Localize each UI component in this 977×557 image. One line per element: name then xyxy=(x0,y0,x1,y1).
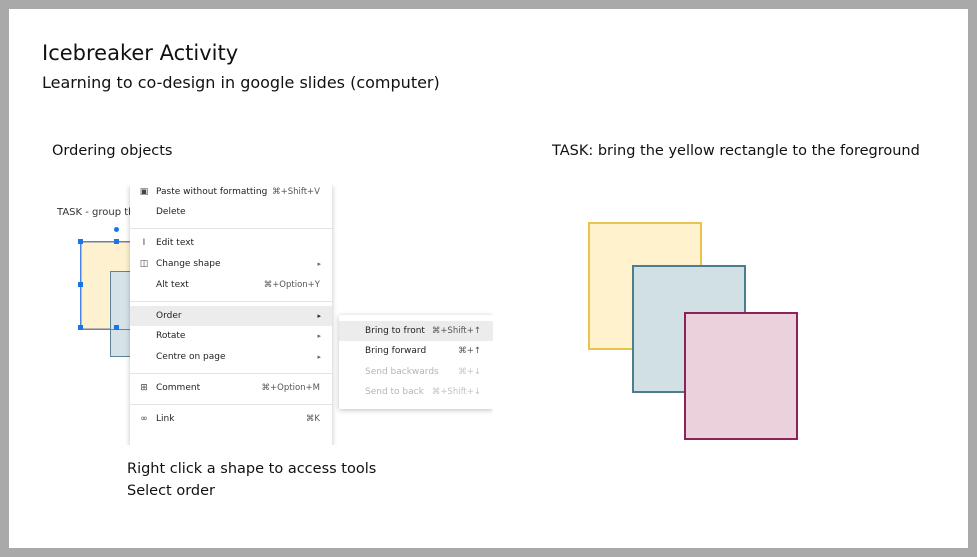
menu-item-order[interactable]: Order ▸ xyxy=(130,306,332,326)
menu-divider xyxy=(130,404,332,405)
link-icon: ∞ xyxy=(140,414,148,424)
menu-item-change-shape[interactable]: ◫ Change shape ▸ xyxy=(130,254,332,274)
menu-item-delete[interactable]: Delete xyxy=(130,202,332,222)
menu-item-link[interactable]: ∞ Link ⌘K xyxy=(130,409,332,429)
menu-divider xyxy=(130,228,332,229)
submenu-item-bring-forward[interactable]: Bring forward ⌘+↑ xyxy=(339,341,493,361)
submenu-item-bring-to-front[interactable]: Bring to front ⌘+Shift+↑ xyxy=(339,321,493,341)
order-submenu: Bring to front ⌘+Shift+↑ Bring forward ⌘… xyxy=(339,315,493,409)
menu-item-comment[interactable]: ⊞ Comment ⌘+Option+M xyxy=(130,378,332,398)
rotate-handle[interactable] xyxy=(114,227,119,232)
menu-divider xyxy=(130,301,332,302)
task-tag: TASK - group th xyxy=(57,207,135,218)
chevron-right-icon: ▸ xyxy=(317,332,321,340)
menu-item-edit-text[interactable]: Ⅰ Edit text xyxy=(130,233,332,253)
selection-handle[interactable] xyxy=(78,239,83,244)
slide-title: Icebreaker Activity xyxy=(42,41,239,65)
edit-text-icon: Ⅰ xyxy=(142,238,146,248)
task-heading: TASK: bring the yellow rectangle to the … xyxy=(552,143,920,159)
selection-handle[interactable] xyxy=(78,282,83,287)
menu-item-centre-on-page[interactable]: Centre on page ▸ xyxy=(130,347,332,367)
submenu-item-send-backwards: Send backwards ⌘+↓ xyxy=(365,367,481,377)
chevron-right-icon: ▸ xyxy=(317,260,321,268)
menu-divider xyxy=(130,373,332,374)
chevron-right-icon: ▸ xyxy=(317,353,321,361)
chevron-right-icon: ▸ xyxy=(317,312,321,320)
paste-icon: ▣ xyxy=(139,187,149,197)
selection-handle[interactable] xyxy=(78,325,83,330)
menu-item-paste-without-formatting[interactable]: ▣ Paste without formatting ⌘+Shift+V xyxy=(130,185,332,202)
comment-icon: ⊞ xyxy=(140,383,148,393)
slide-subtitle: Learning to co-design in google slides (… xyxy=(42,73,440,92)
menu-item-rotate[interactable]: Rotate ▸ xyxy=(130,326,332,346)
context-menu-screenshot: TASK - group th ▣ Paste without formatti… xyxy=(53,185,493,445)
change-shape-icon: ◫ xyxy=(139,259,149,269)
selection-handle[interactable] xyxy=(114,325,119,330)
ordering-objects-heading: Ordering objects xyxy=(52,143,173,159)
slide: Icebreaker Activity Learning to co-desig… xyxy=(9,9,968,548)
instruction-line-2: Select order xyxy=(127,483,216,499)
instruction-line-1: Right click a shape to access tools xyxy=(127,461,377,477)
pink-rectangle[interactable] xyxy=(684,312,798,440)
context-menu: ▣ Paste without formatting ⌘+Shift+V Del… xyxy=(130,185,332,445)
menu-item-alt-text[interactable]: Alt text ⌘+Option+Y xyxy=(130,275,332,295)
submenu-item-send-to-back: Send to back ⌘+Shift+↓ xyxy=(365,387,481,397)
selection-handle[interactable] xyxy=(114,239,119,244)
